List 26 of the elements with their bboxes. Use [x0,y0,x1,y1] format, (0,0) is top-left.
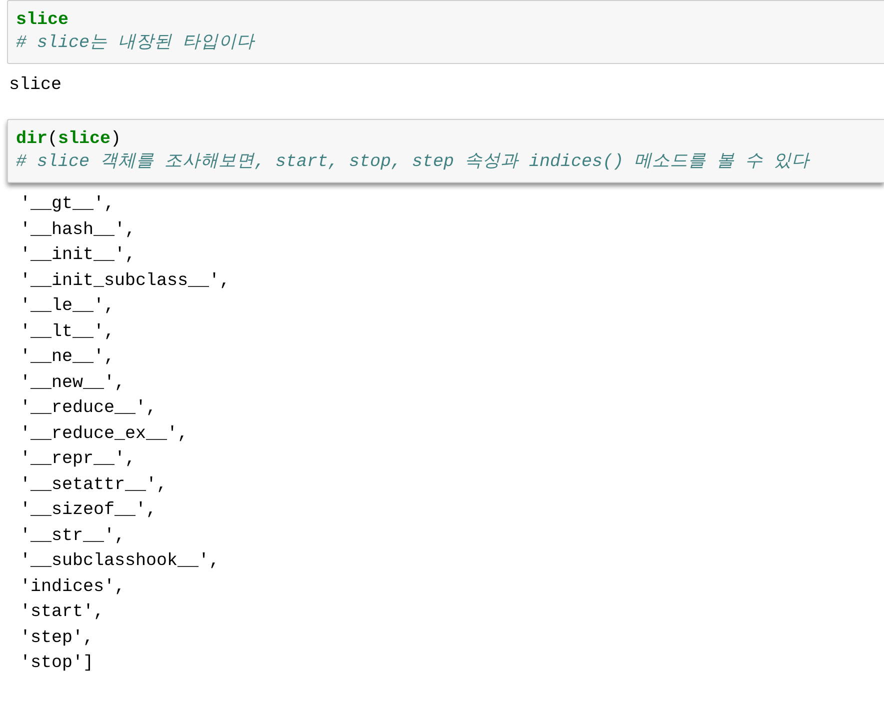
code-line: slice [16,9,69,32]
output-text: '__lt__', [20,320,115,344]
code-input-cell[interactable]: dir(slice) # slice 객체를 조사해보면, start, stop, step 속성과 indices() 메소드를 볼 수 있다 [7,119,884,183]
output-text: 'step', [20,626,94,650]
output-text: '__gt__', [20,193,115,216]
output-text: '__reduce_ex__', [20,422,188,446]
output-text: '__sizeof__', [20,499,157,522]
code-comment: # slice는 내장된 타입이다 [16,32,255,55]
output-text: '__setattr__', [20,474,168,496]
code-input-cell[interactable]: slice # slice는 내장된 타입이다 [7,0,884,64]
output-text: '__new__', [20,372,126,394]
output-text: '__str__', [20,524,126,548]
output-text: '__init_subclass__', [20,270,230,292]
output-text: '__le__', [20,295,115,318]
output-text: '__ne__', [20,346,115,369]
output-text: '__init__', [20,244,136,267]
code-line: dir(slice) [16,128,122,151]
output-text: '__reduce__', [20,397,157,420]
code-comment: # slice 객체를 조사해보면, start, stop, step 속성과 indices() 메소드를 볼 수 있다 [16,151,810,174]
output-text: 'stop'] [20,652,94,675]
output-text: 'start', [20,601,104,624]
output-text: '__repr__', [20,448,136,471]
output-text: slice [9,74,62,97]
output-text: 'indices', [20,576,126,598]
output-text: '__hash__', [20,218,136,242]
output-text: '__subclasshook__', [20,550,220,573]
